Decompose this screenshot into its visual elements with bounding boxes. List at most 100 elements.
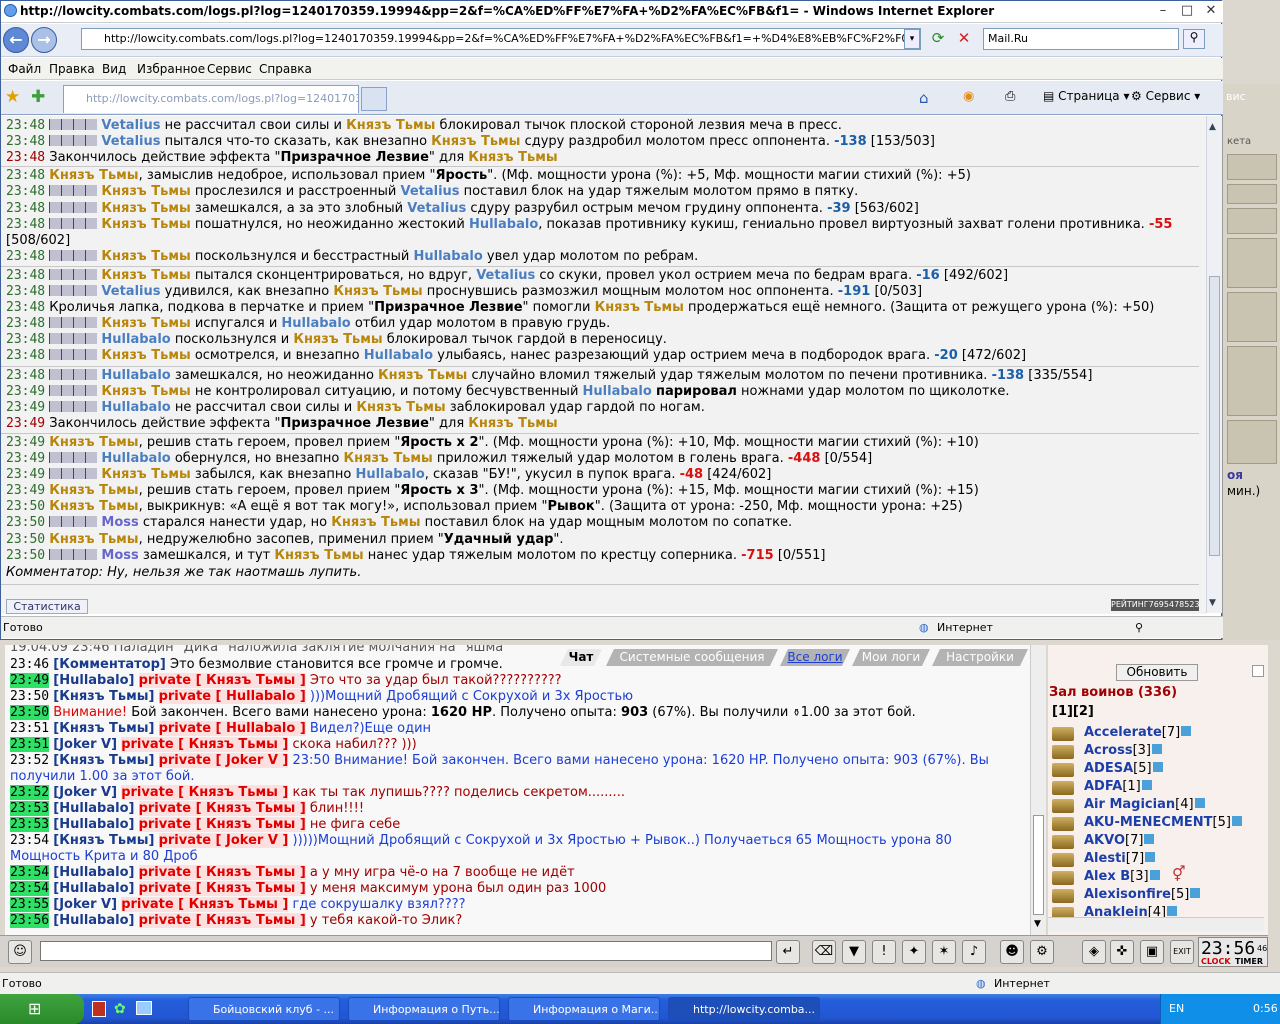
room-player[interactable]: Alexisonfire[5]	[1084, 887, 1201, 902]
room-player[interactable]: AKU-MENECMENT[5]	[1084, 815, 1242, 830]
map-icon[interactable]: ✜	[1110, 940, 1134, 964]
player-name[interactable]: Hullabalo	[101, 400, 170, 415]
room-player[interactable]: Air Magician[4]	[1084, 797, 1205, 812]
private-tag[interactable]: private [ Князъ Тьмы ]	[138, 801, 306, 816]
private-tag[interactable]: private [ Князъ Тьмы ]	[138, 817, 306, 832]
search-input[interactable]: Mail.Ru	[983, 28, 1179, 50]
player-name[interactable]: Князъ Тьмы	[101, 184, 190, 199]
private-tag[interactable]: private [ Князъ Тьмы ]	[121, 737, 289, 752]
menu-help[interactable]: Справка	[259, 62, 312, 76]
tools-menu[interactable]: ⚙ Сервис ▾	[1131, 89, 1200, 103]
player-name[interactable]: Князъ Тьмы	[49, 168, 138, 183]
room-player[interactable]: ADFA[1]	[1084, 779, 1152, 794]
menu-edit[interactable]: Правка	[49, 62, 95, 76]
player-name[interactable]: Accelerate	[1084, 725, 1162, 740]
chat-sender[interactable]: [Hullabalo]	[53, 881, 134, 896]
chat-time[interactable]: 23:49	[10, 673, 50, 688]
player-name[interactable]: Князъ Тьмы	[356, 400, 445, 415]
player-name[interactable]: Князъ Тьмы	[49, 483, 138, 498]
player-name[interactable]: Hullabalo	[364, 348, 433, 363]
tab-log-page[interactable]: http://lowcity.combats.com/logs.pl?log=1…	[63, 85, 359, 113]
chat-sender[interactable]: [Комментатор]	[53, 657, 166, 672]
player-info-icon[interactable]	[1144, 834, 1155, 844]
chat-time[interactable]: 23:53	[10, 801, 50, 816]
inventory-icon[interactable]: ▣	[1140, 940, 1164, 964]
back-button[interactable]: ←	[3, 27, 29, 53]
player-name[interactable]: Князъ Тьмы	[274, 548, 363, 563]
page-menu[interactable]: ▤ Страница ▾	[1043, 89, 1130, 103]
room-player[interactable]: Accelerate[7]	[1084, 725, 1192, 740]
inventory-slot[interactable]	[1227, 154, 1277, 180]
player-name[interactable]: Hullabalo	[281, 316, 350, 331]
private-tag[interactable]: private [ Князъ Тьмы ]	[138, 865, 306, 880]
private-tag[interactable]: private [ Hullabalo ]	[158, 689, 306, 704]
player-info-icon[interactable]	[1152, 762, 1163, 772]
player-name[interactable]: Князъ Тьмы	[49, 435, 138, 450]
player-info-icon[interactable]	[1194, 798, 1205, 808]
chat-sender[interactable]: [Hullabalo]	[53, 673, 134, 688]
chat-time[interactable]: 23:51	[10, 721, 49, 736]
quicklaunch-icon[interactable]	[92, 1001, 106, 1017]
player-name[interactable]: Князъ Тьмы	[344, 451, 433, 466]
url-input[interactable]: http://lowcity.combats.com/logs.pl?log=1…	[81, 28, 921, 50]
task-button[interactable]: Информация о Маги...	[508, 997, 660, 1021]
room-pages[interactable]: [1][2]	[1052, 704, 1094, 719]
chat-input[interactable]	[40, 941, 772, 961]
player-name[interactable]: Alesti	[1084, 851, 1126, 866]
rating-counter[interactable]: РЕЙТИНГ7695478523	[1111, 599, 1200, 611]
private-tag[interactable]: private [ Joker V ]	[158, 753, 289, 768]
chat-time[interactable]: 23:50	[10, 689, 49, 704]
room-hscroll[interactable]	[1048, 917, 1264, 931]
chat-time[interactable]: 23:51	[10, 737, 50, 752]
task-button[interactable]: Информация о Путь...	[348, 997, 500, 1021]
url-dropdown-button[interactable]: ▾	[904, 29, 920, 49]
emote-icon[interactable]: ☻	[1000, 940, 1024, 964]
room-checkbox[interactable]	[1252, 665, 1264, 677]
player-name[interactable]: Alexisonfire	[1084, 887, 1171, 902]
quicklaunch-icon[interactable]: ✿	[114, 1001, 126, 1017]
player-name[interactable]: Князъ Тьмы	[431, 134, 520, 149]
player-name[interactable]: Князъ Тьмы	[49, 499, 138, 514]
player-name[interactable]: Князъ Тьмы	[333, 284, 422, 299]
scroll-down-icon[interactable]: ▼	[1209, 598, 1216, 608]
chat-sender[interactable]: [Князъ Тьмы]	[53, 721, 154, 736]
player-name[interactable]: Князъ Тьмы	[101, 268, 190, 283]
private-tag[interactable]: private [ Князъ Тьмы ]	[121, 785, 289, 800]
sound-icon[interactable]: ♪	[962, 940, 986, 964]
new-tab-button[interactable]	[361, 87, 387, 111]
player-name[interactable]: Across	[1084, 743, 1133, 758]
scroll-down-icon[interactable]: ▼	[1034, 919, 1041, 929]
inventory-slot[interactable]	[1227, 208, 1277, 234]
player-name[interactable]: Hullabalo	[101, 451, 170, 466]
player-name[interactable]: Hullabalo	[469, 217, 538, 232]
player-name[interactable]: Князъ Тьмы	[101, 249, 190, 264]
player-name[interactable]: Moss	[101, 515, 138, 530]
inventory-slot[interactable]	[1227, 238, 1277, 288]
player-name[interactable]: Vetalius	[476, 268, 535, 283]
statistics-tab[interactable]: Статистика	[6, 599, 88, 614]
stop-icon[interactable]: ✕	[953, 29, 975, 49]
tab-all-logs[interactable]: Все логи	[780, 649, 850, 666]
send-icon[interactable]: ↵	[776, 940, 800, 964]
player-name[interactable]: Vetalius	[101, 118, 160, 133]
player-name[interactable]: Vetalius	[400, 184, 459, 199]
smiles-icon[interactable]: ☺	[8, 940, 32, 964]
magic-icon[interactable]: ✶	[932, 940, 956, 964]
private-tag[interactable]: private [ Князъ Тьмы ]	[121, 897, 289, 912]
zoom-icon[interactable]: ⚲	[1135, 621, 1143, 634]
tab-system-messages[interactable]: Системные сообщения	[606, 649, 778, 666]
room-player[interactable]: AKVO[7]	[1084, 833, 1155, 848]
scroll-thumb[interactable]	[1033, 815, 1044, 915]
room-player[interactable]: Across[3]	[1084, 743, 1163, 758]
chat-scrollbar[interactable]: ▼	[1030, 645, 1046, 935]
player-name[interactable]: Князъ Тьмы	[293, 332, 382, 347]
player-name[interactable]: Hullabalo	[413, 249, 482, 264]
log-scrollbar[interactable]: ▲ ▼	[1206, 116, 1222, 613]
start-button[interactable]: ⊞	[0, 994, 84, 1024]
player-name[interactable]: Hullabalo	[355, 467, 424, 482]
private-tag[interactable]: private [ Князъ Тьмы ]	[138, 881, 306, 896]
task-button-active[interactable]: http://lowcity.comba...	[668, 997, 820, 1021]
favorites-star-icon[interactable]: ★	[5, 87, 20, 107]
refresh-icon[interactable]: ⟳	[927, 29, 949, 49]
home-icon[interactable]: ⌂	[919, 89, 929, 107]
